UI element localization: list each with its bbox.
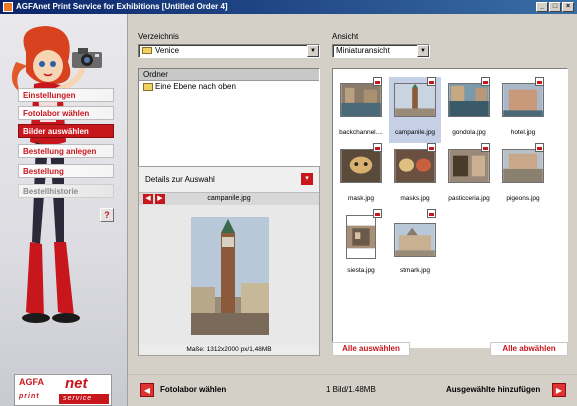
thumbnail-image (340, 83, 382, 117)
thumbnail-item[interactable]: gondola.jpg (443, 77, 495, 143)
sidebar: Einstellungen Fotolabor wählen Bilder au… (0, 14, 128, 406)
details-filename: campanile.jpg (207, 195, 251, 202)
folder-up-icon (143, 82, 153, 91)
next-arrow-icon[interactable]: ▶ (155, 194, 165, 204)
view-value: Miniaturansicht (336, 46, 390, 55)
preview-image (191, 217, 269, 335)
maximize-button[interactable]: □ (549, 2, 561, 12)
thumbnail-caption: hotel.jpg (510, 129, 536, 136)
directory-select[interactable]: Venice ▼ (138, 44, 320, 58)
thumbnail-image (502, 149, 544, 183)
thumbnail-item[interactable]: hotel.jpg (497, 77, 549, 143)
order-badge-icon (535, 143, 544, 152)
folder-up-row[interactable]: Eine Ebene nach oben (139, 81, 319, 93)
directory-label: Verzeichnis (138, 32, 179, 41)
thumbnail-image (394, 149, 436, 183)
main-area: Verzeichnis Venice ▼ Ansicht Miniaturans… (128, 14, 577, 406)
agfa-net-logo: AGFA net print service (14, 374, 112, 406)
selection-status: 1 Bild/1.48MB (326, 385, 376, 394)
back-button-label[interactable]: Fotolabor wählen (160, 385, 226, 394)
order-badge-icon (373, 209, 382, 218)
sidebar-item-fotolabor[interactable]: Fotolabor wählen (18, 106, 114, 120)
help-button[interactable]: ? (100, 208, 114, 222)
thumbnail-item[interactable]: pigeons.jpg (497, 143, 549, 209)
details-title: Details zur Auswahl (145, 175, 215, 184)
thumbnail-caption: masks.jpg (400, 195, 430, 202)
select-all-button[interactable]: Alle auswählen (332, 342, 410, 356)
chevron-down-icon[interactable]: ▼ (307, 45, 319, 57)
thumbnail-caption: mask.jpg (347, 195, 374, 202)
thumbnail-item[interactable]: backchannel.... (335, 77, 387, 143)
add-selected-label[interactable]: Ausgewählte hinzufügen (446, 385, 540, 394)
details-header: Details zur Auswahl ▾ (139, 167, 319, 193)
order-badge-icon (427, 77, 436, 86)
sidebar-item-bestellung[interactable]: Bestellung (18, 164, 114, 178)
chevron-down-icon[interactable]: ▼ (417, 45, 429, 57)
camera-icon (72, 48, 102, 68)
thumbnail-image (394, 223, 436, 257)
prev-arrow-icon[interactable]: ◀ (143, 194, 153, 204)
thumbnail-caption: backchannel.... (339, 129, 383, 136)
view-select[interactable]: Miniaturansicht ▼ (332, 44, 430, 58)
order-badge-icon (427, 209, 436, 218)
logo-tagline-print: print (19, 393, 40, 400)
close-button[interactable]: × (562, 2, 574, 12)
thumbnail-image (448, 149, 490, 183)
order-badge-icon (427, 143, 436, 152)
thumbnail-caption: stmark.jpg (400, 267, 430, 274)
thumbnail-item[interactable]: mask.jpg (335, 143, 387, 209)
thumbnail-image (340, 149, 382, 183)
thumbnail-image (394, 83, 436, 117)
window-controls: _ □ × (536, 2, 574, 12)
thumbnail-caption: gondola.jpg (452, 129, 486, 136)
app-icon (3, 2, 13, 12)
folder-icon (142, 47, 152, 55)
thumbnail-image (448, 83, 490, 117)
thumbnail-caption: siesta.jpg (347, 267, 375, 274)
folder-list: Ordner Eine Ebene nach oben (138, 68, 320, 170)
forward-arrow-icon[interactable]: ▶ (552, 383, 566, 397)
thumbnail-caption: campanile.jpg (394, 129, 436, 136)
title-bar: AGFAnet Print Service for Exhibitions [U… (0, 0, 577, 14)
thumbnail-item[interactable]: stmark.jpg (389, 209, 441, 281)
sidebar-item-einstellungen[interactable]: Einstellungen (18, 88, 114, 102)
thumbnail-caption: pigeons.jpg (506, 195, 540, 202)
sidebar-item-bestellhistorie[interactable]: Bestellhistorie (18, 184, 114, 198)
thumbnail-item[interactable]: pasticceria.jpg (443, 143, 495, 209)
order-badge-icon (373, 77, 382, 86)
thumbnail-image (346, 215, 376, 259)
order-badge-icon (481, 77, 490, 86)
logo-net: net (65, 375, 88, 392)
sidebar-item-bestellung-anlegen[interactable]: Bestellung anlegen (18, 144, 114, 158)
thumbnail-item[interactable]: masks.jpg (389, 143, 441, 209)
order-badge-icon (481, 143, 490, 152)
deselect-all-button[interactable]: Alle abwählen (490, 342, 568, 356)
collapse-button[interactable]: ▾ (301, 173, 313, 185)
mascot-illustration (11, 26, 85, 323)
sidebar-item-bilder-auswaehlen[interactable]: Bilder auswählen (18, 124, 114, 138)
logo-brand: AGFA (19, 377, 45, 387)
details-nav: ◀ ▶ campanile.jpg (139, 193, 319, 205)
logo-tagline-service: service (63, 395, 93, 402)
folder-up-label: Eine Ebene nach oben (155, 82, 236, 91)
preview-area (139, 205, 319, 345)
folder-header: Ordner (139, 69, 319, 81)
view-label: Ansicht (332, 32, 359, 41)
thumbnail-grid: backchannel.... campanile.jpg gondola.jp… (332, 68, 568, 348)
thumbnail-image (502, 83, 544, 117)
back-arrow-icon[interactable]: ◀ (140, 383, 154, 397)
details-info: Maße: 1312x2000 px/1,48MB (186, 346, 272, 353)
order-badge-icon (535, 77, 544, 86)
directory-value: Venice (155, 46, 180, 55)
minimize-button[interactable]: _ (536, 2, 548, 12)
window-title: AGFAnet Print Service for Exhibitions [U… (16, 2, 228, 11)
thumbnail-caption: pasticceria.jpg (448, 195, 490, 202)
bottom-bar: ◀ Fotolabor wählen 1 Bild/1.48MB Ausgewä… (128, 374, 577, 406)
thumbnail-item[interactable]: campanile.jpg (389, 77, 441, 143)
details-panel: Details zur Auswahl ▾ ◀ ▶ campanile.jpg … (138, 166, 320, 356)
order-badge-icon (373, 143, 382, 152)
thumbnail-item[interactable]: siesta.jpg (335, 209, 387, 281)
